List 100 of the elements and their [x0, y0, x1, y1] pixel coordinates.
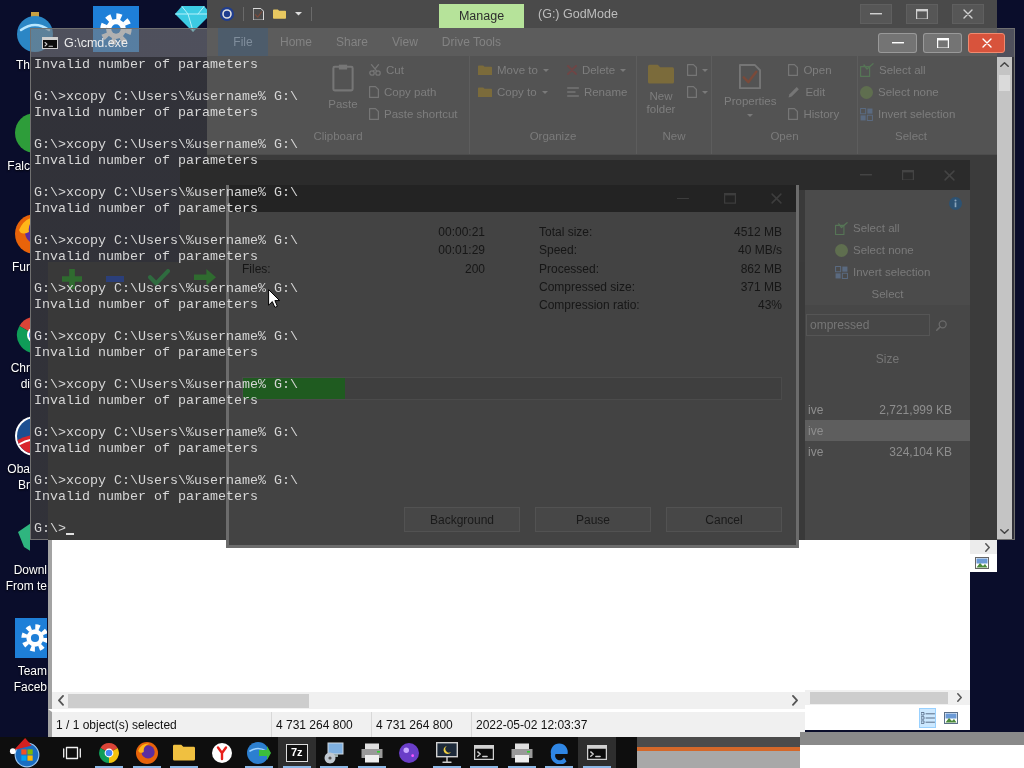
window-title: G:\cmd.exe [64, 36, 128, 50]
text-cursor-icon [66, 533, 74, 535]
chevron-left-icon[interactable] [58, 695, 64, 706]
chevron-down-icon[interactable] [1000, 529, 1009, 534]
icon-label: Downl [13, 562, 47, 578]
caret-icon[interactable] [295, 12, 302, 16]
console-line: G:\>xcopy C:\Users\%username% G:\ [34, 425, 298, 441]
document-icon [369, 108, 379, 120]
document-icon [788, 108, 799, 120]
folder-icon [478, 64, 492, 76]
document-icon [369, 86, 379, 98]
caret-icon [542, 68, 549, 72]
console-line: G:\>xcopy C:\Users\%username% G:\ [34, 185, 298, 201]
console-line: Invalid number of parameters [34, 201, 258, 217]
context-tab[interactable]: Manage [439, 4, 524, 28]
icon-label: Chr [10, 360, 30, 376]
check-document-icon[interactable] [253, 7, 264, 21]
console-line: Invalid number of parameters [34, 57, 258, 73]
chevron-up-icon[interactable] [1000, 62, 1009, 67]
printer-icon[interactable] [360, 742, 383, 763]
check-document-icon [739, 64, 762, 90]
folder-icon [648, 64, 674, 84]
clipboard-icon [332, 64, 354, 92]
console-line: Invalid number of parameters [34, 297, 258, 313]
grid-icon [835, 265, 848, 279]
orb-icon[interactable] [399, 742, 420, 763]
icon-label: Br [18, 477, 30, 493]
printer-icon[interactable] [510, 742, 533, 763]
grid-icon [860, 107, 873, 121]
console-line: Invalid number of parameters [34, 441, 258, 457]
file-size: 2,721,999 KB [879, 402, 952, 417]
task-view-icon[interactable] [62, 744, 81, 761]
window-title: (G:) GodMode [538, 7, 618, 21]
flame-globe-icon[interactable] [135, 741, 158, 764]
scrollbar[interactable] [48, 692, 805, 709]
close-icon [963, 9, 973, 19]
folder-icon[interactable] [173, 744, 196, 761]
scroll-thumb[interactable] [68, 693, 309, 708]
checklist-icon [835, 221, 848, 235]
list-row[interactable]: ive 324,104 KB [805, 441, 970, 462]
image-icon[interactable] [975, 557, 989, 569]
console-prompt: G:\> [34, 521, 66, 537]
taskbar-button[interactable]: 7z [278, 737, 316, 768]
console-line: G:\>xcopy C:\Users\%username% G:\ [34, 89, 298, 105]
caret-icon [702, 90, 708, 94]
checklist-icon [860, 63, 874, 77]
monitor-icon[interactable] [435, 742, 458, 763]
chevron-right-icon[interactable] [957, 693, 962, 702]
scroll-thumb[interactable] [810, 691, 948, 704]
console-line: G:\>xcopy C:\Users\%username% G:\ [34, 329, 298, 345]
scrollbar[interactable] [805, 690, 970, 705]
console-line: G:\>xcopy C:\Users\%username% G:\ [34, 233, 298, 249]
y-logo-icon[interactable] [211, 742, 232, 763]
document-icon [687, 86, 697, 98]
console-line: Invalid number of parameters [34, 249, 258, 264]
icon-label: Team [17, 663, 47, 679]
minimize-icon [891, 42, 904, 44]
swirl-icon[interactable] [548, 741, 571, 764]
terminal-icon[interactable] [474, 745, 495, 760]
chevron-right-icon[interactable] [985, 542, 990, 552]
console-line: G:\>xcopy C:\Users\%username% G:\ [34, 281, 298, 297]
ring-logo-icon[interactable] [98, 741, 121, 764]
console-line: Invalid number of parameters [34, 153, 258, 169]
installer-icon[interactable] [323, 741, 346, 764]
file-name: ive [808, 402, 824, 417]
details-view-icon [920, 711, 935, 724]
console-line: Invalid number of parameters [34, 393, 258, 409]
document-icon [687, 64, 697, 76]
scrollbar[interactable] [997, 57, 1012, 539]
document-icon [788, 64, 799, 76]
file-size: 324,104 KB [889, 444, 952, 459]
taskbar-button[interactable] [578, 737, 616, 768]
disc-icon[interactable] [220, 7, 234, 21]
caret-icon [702, 68, 708, 72]
image-icon [943, 711, 958, 724]
flame-globe-icon[interactable] [15, 214, 30, 254]
sphere-icon [860, 85, 873, 99]
info-icon[interactable] [949, 197, 962, 210]
chevron-right-icon[interactable] [792, 695, 798, 706]
gear-icon[interactable] [15, 618, 47, 658]
terminal-icon [42, 37, 58, 49]
icon-label: di [20, 376, 30, 392]
folder-icon [478, 86, 492, 98]
pencil-icon [788, 86, 801, 98]
icon-label: From te [5, 578, 47, 594]
caret-icon [620, 68, 627, 72]
console-line: Invalid number of parameters [34, 105, 258, 121]
sphere-icon [835, 243, 848, 257]
close-button[interactable] [952, 4, 984, 24]
view-button[interactable] [919, 707, 936, 728]
folder-icon[interactable] [273, 9, 286, 19]
maximize-button[interactable] [906, 4, 938, 24]
status-text: 2022-05-02 12:03:37 [475, 716, 588, 734]
close-icon [981, 38, 992, 48]
icon-label: Oba [7, 461, 30, 477]
minimize-icon [870, 13, 882, 15]
console-line: Invalid number of parameters [34, 345, 258, 361]
terminal-icon[interactable] [586, 745, 607, 760]
icon-label: Th [16, 57, 30, 73]
list-row[interactable]: ive 2,721,999 KB [805, 399, 970, 420]
